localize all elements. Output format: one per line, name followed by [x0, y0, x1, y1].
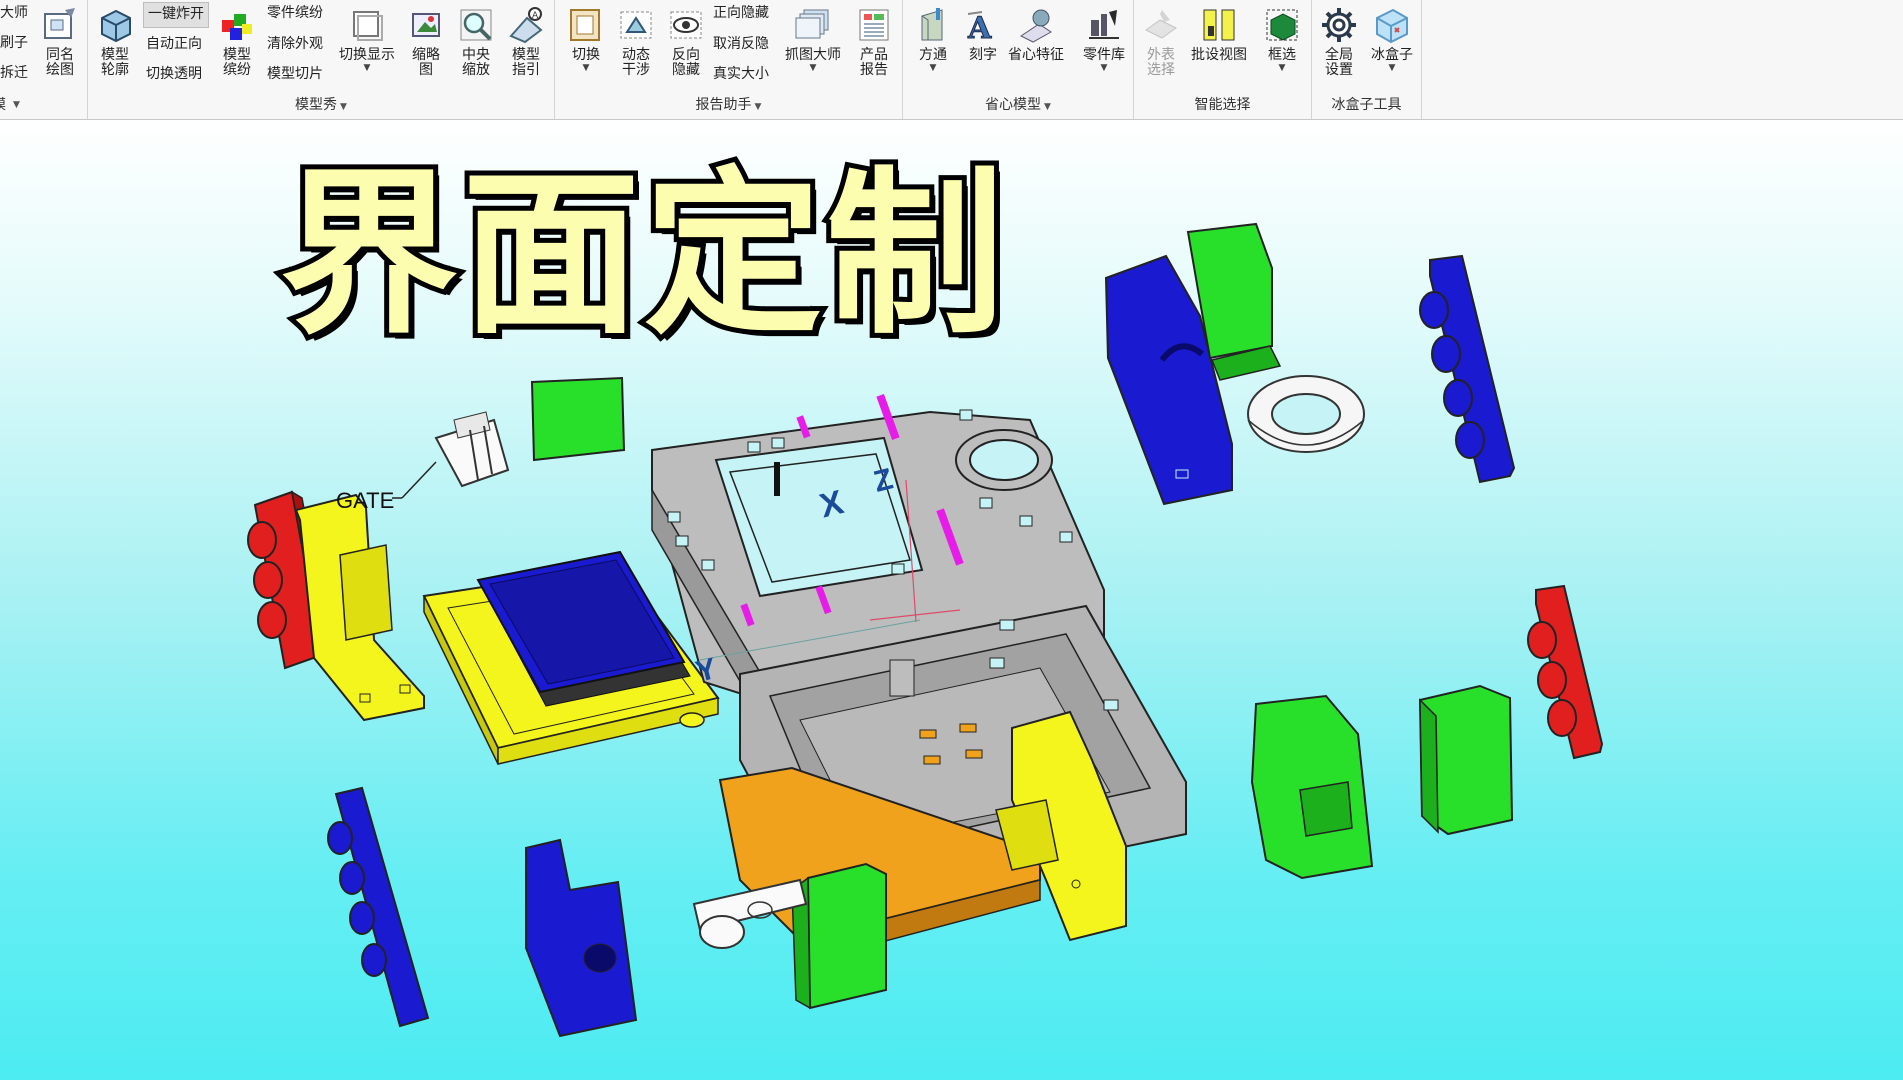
chevron-down-icon[interactable]: ▼	[13, 95, 20, 115]
toggle-display-button[interactable]: 切换显示 ▼	[334, 4, 400, 92]
switch-button[interactable]: 切换 ▼	[561, 4, 611, 92]
brush-button[interactable]: 刷子	[0, 30, 28, 56]
thumbnail-icon	[412, 13, 440, 37]
chevron-down-icon[interactable]: ▼	[930, 63, 937, 73]
group-label-smart-select: 智能选择	[1194, 97, 1251, 113]
reverse-hide-icon	[670, 11, 702, 39]
svg-text:A: A	[967, 11, 992, 44]
clear-appearance-button[interactable]: 清除外观	[267, 31, 323, 57]
green-part-bottom-center[interactable]	[791, 862, 887, 1010]
batch-view-button[interactable]: 批设视图	[1186, 4, 1252, 92]
forward-hide-button[interactable]: 正向隐藏	[713, 0, 769, 26]
master-button[interactable]: 大师	[0, 0, 28, 26]
model-guide-button[interactable]: A 模型指引	[501, 4, 551, 92]
ice-cube-icon	[1376, 8, 1408, 44]
screenshot-master-button[interactable]: 抓图大师 ▼	[780, 4, 846, 92]
model-guide-icon: A	[509, 7, 543, 44]
product-report-button[interactable]: 产品报告	[849, 4, 899, 92]
green-part-center[interactable]	[530, 376, 626, 462]
center-zoom-button[interactable]: 中央缩放	[451, 4, 501, 92]
green-part-bottom-right-a[interactable]	[1250, 694, 1374, 880]
cancel-reverse-hide-button[interactable]: 取消反隐	[713, 31, 769, 57]
product-report-icon	[859, 9, 889, 41]
ribbon-group-report-helper: 切换 ▼ 动态干涉 反向隐藏 正向隐藏 取消反隐 真实大小 抓图大师 ▼ 产品报…	[555, 0, 903, 119]
box-select-icon	[1266, 9, 1298, 41]
model-color-button[interactable]: 模型缤纷	[212, 4, 262, 92]
chevron-down-icon[interactable]: ▼	[1279, 63, 1286, 73]
dynamic-interference-icon	[620, 11, 652, 39]
relocate-button[interactable]: 拆迁	[0, 60, 28, 86]
appearance-select-button[interactable]: 外表选择	[1136, 4, 1186, 92]
red-part-right[interactable]	[1527, 584, 1604, 760]
toggle-display-icon	[353, 11, 383, 41]
blue-part-bottom-left[interactable]	[327, 786, 430, 1028]
thumbnail-button[interactable]: 缩略图	[401, 4, 451, 92]
dynamic-interference-button[interactable]: 动态干涉	[611, 4, 661, 92]
blue-block-bottom[interactable]	[525, 838, 638, 1038]
chevron-down-icon[interactable]: ▼	[583, 63, 590, 73]
part-library-icon	[1089, 10, 1119, 39]
screenshot-master-icon	[795, 9, 829, 39]
same-name-drawing-button[interactable]: 同名绘图	[35, 4, 85, 92]
square-tube-button[interactable]: 方通 ▼	[908, 4, 958, 92]
auto-orient-button[interactable]: 自动正向	[146, 31, 202, 57]
center-zoom-icon	[460, 9, 492, 41]
model-viewport[interactable]: X Z Y GATE 界面定制	[0, 120, 1903, 1080]
one-click-explode-button[interactable]: 一键炸开	[143, 2, 209, 28]
ribbon-group-smart-select: 外表选择 批设视图 框选 ▼ 智能选择	[1134, 0, 1312, 119]
yellow-bracket-left[interactable]	[294, 493, 425, 722]
appearance-select-icon	[1145, 10, 1177, 39]
chevron-down-icon[interactable]: ▼	[755, 102, 762, 112]
white-ring-part[interactable]	[1247, 375, 1365, 453]
group-label-model-show: 模型秀	[295, 97, 338, 113]
box-select-button[interactable]: 框选 ▼	[1257, 4, 1307, 92]
drawing-icon	[44, 8, 75, 39]
group-label-icebox-tools: 冰盒子工具	[1331, 97, 1402, 113]
blue-part-far-right[interactable]	[1419, 254, 1516, 484]
ribbon-group-save-model: 方通 ▼ A 刻字 省心特征 零件库 ▼ 省心模型 ▼	[903, 0, 1134, 119]
chevron-down-icon[interactable]: ▼	[1101, 63, 1108, 73]
group-label-save-model: 省心模型	[985, 97, 1042, 113]
svg-text:A: A	[532, 11, 539, 21]
real-size-button[interactable]: 真实大小	[713, 61, 769, 87]
chevron-down-icon[interactable]: ▼	[364, 63, 371, 73]
part-color-button[interactable]: 零件缤纷	[267, 0, 323, 26]
square-tube-icon	[921, 8, 943, 41]
chevron-down-icon[interactable]: ▼	[1389, 63, 1396, 73]
chevron-down-icon[interactable]: ▼	[1044, 102, 1051, 112]
ribbon-group-model-show: 模型轮廓 一键炸开 自动正向 切换透明 模型缤纷 零件缤纷 清除外观 模型切片 …	[88, 0, 555, 119]
gear-icon	[1322, 8, 1356, 42]
feature-button[interactable]: 省心特征	[1003, 4, 1069, 92]
engrave-text-icon: A	[967, 11, 993, 45]
group-label-partial: 模	[0, 95, 6, 115]
gate-annotation-label: GATE	[336, 488, 395, 513]
green-part-bottom-right-b[interactable]	[1418, 684, 1514, 836]
batch-view-icon	[1203, 9, 1235, 41]
model-outline-icon	[101, 9, 131, 43]
overlay-title: 界面定制	[275, 151, 1009, 358]
chevron-down-icon[interactable]: ▼	[340, 102, 347, 112]
ribbon-group-icebox-tools: 全局设置 冰盒子 ▼ 冰盒子工具	[1312, 0, 1422, 119]
model-color-icon	[222, 14, 252, 40]
model-slice-button[interactable]: 模型切片	[267, 61, 323, 87]
feature-icon	[1020, 9, 1052, 43]
ribbon-toolbar: 大师 刷子 拆迁 同名绘图 模 ▼ 模型轮廓 一键炸开 自动正向 切换透明 模型缤…	[0, 0, 1903, 120]
ribbon-group-partial-left: 大师 刷子 拆迁 同名绘图 模 ▼	[0, 0, 88, 119]
gate-part[interactable]	[392, 411, 510, 499]
model-outline-button[interactable]: 模型轮廓	[90, 4, 140, 92]
chevron-down-icon[interactable]: ▼	[810, 63, 817, 73]
toggle-transparent-button[interactable]: 切换透明	[146, 61, 202, 87]
switch-icon	[570, 9, 600, 41]
ice-box-button[interactable]: 冰盒子 ▼	[1364, 4, 1420, 92]
part-library-button[interactable]: 零件库 ▼	[1073, 4, 1135, 92]
group-label-report-helper: 报告助手	[695, 97, 752, 113]
reverse-hide-button[interactable]: 反向隐藏	[661, 4, 711, 92]
